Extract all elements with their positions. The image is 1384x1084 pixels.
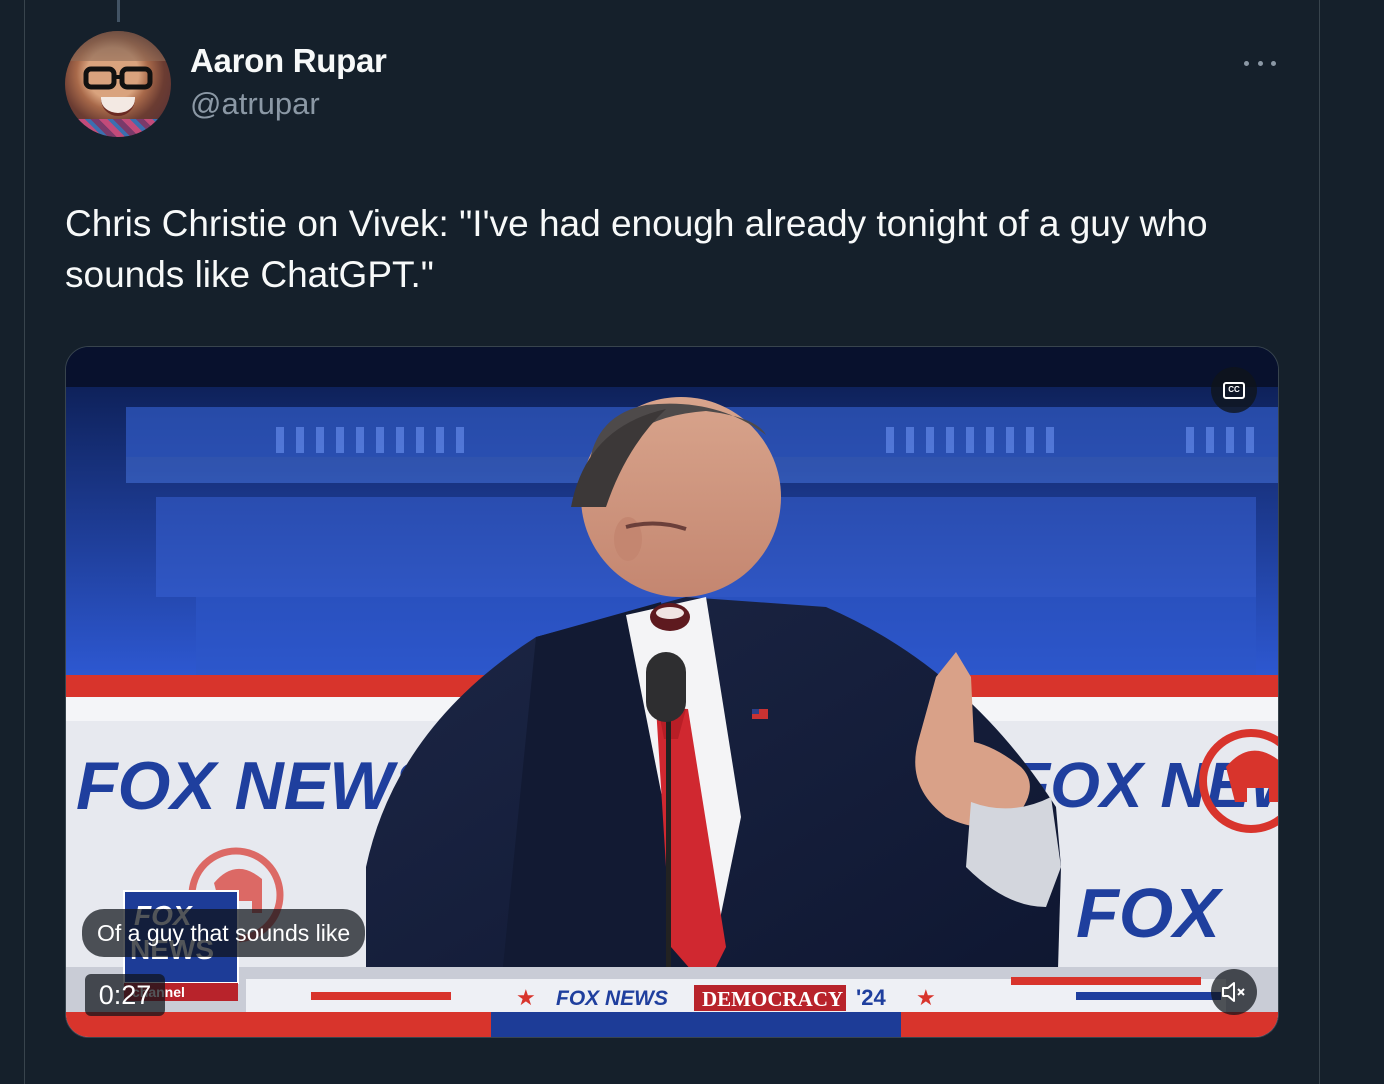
mute-button[interactable] xyxy=(1211,969,1257,1015)
author-avatar[interactable] xyxy=(65,31,171,137)
thread-connector-line xyxy=(117,0,120,22)
avatar-glasses-icon xyxy=(83,66,153,90)
video-caption: Of a guy that sounds like xyxy=(82,909,366,957)
closed-captions-button[interactable]: CC xyxy=(1211,367,1257,413)
author-name[interactable]: Aaron Rupar xyxy=(190,42,387,80)
banner-star-icon: ★ xyxy=(916,985,936,1010)
signage-fox-right: FOX xyxy=(1076,874,1224,952)
author-handle[interactable]: @atrupar xyxy=(190,86,320,122)
banner-star-icon: ★ xyxy=(516,985,536,1010)
closed-captions-icon: CC xyxy=(1223,381,1245,399)
volume-muted-icon xyxy=(1222,982,1245,1002)
banner-year: '24 xyxy=(856,985,886,1010)
tweet-text: Chris Christie on Vivek: "I've had enoug… xyxy=(65,203,1208,295)
video-player[interactable]: FOX NEWS FOX NEWS FOX xyxy=(65,346,1279,1038)
video-timestamp: 0:27 xyxy=(85,974,165,1016)
banner-fox-news: FOX NEWS xyxy=(556,987,668,1010)
banner-democracy: DEMOCRACY xyxy=(702,987,843,1011)
more-options-icon[interactable] xyxy=(1244,52,1276,74)
